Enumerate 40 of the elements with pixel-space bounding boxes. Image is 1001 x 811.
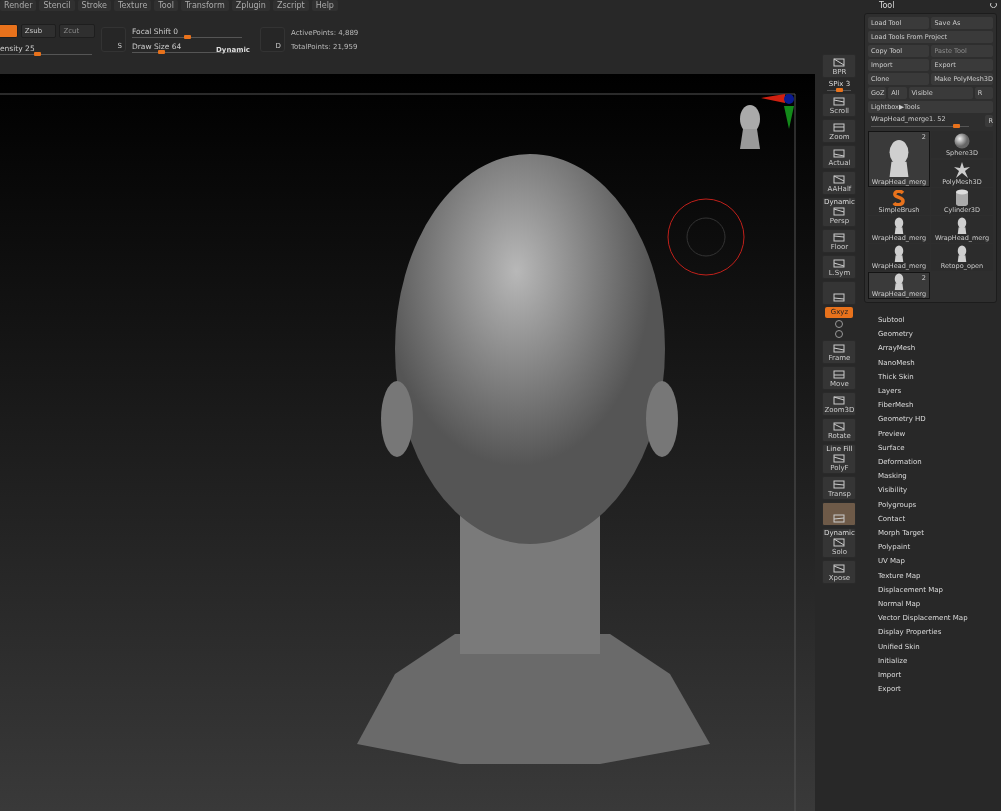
tool-icon bbox=[832, 57, 847, 68]
tool-icon bbox=[832, 563, 847, 574]
tool-icon bbox=[832, 537, 847, 548]
tool-icon bbox=[832, 453, 847, 464]
tool-icon bbox=[832, 258, 847, 269]
tool-icon bbox=[832, 395, 847, 406]
tool-icon bbox=[832, 479, 847, 490]
shelf-button[interactable] bbox=[822, 502, 857, 526]
tool-icon bbox=[832, 206, 847, 217]
slider-thumb[interactable] bbox=[157, 49, 165, 54]
tool-icon bbox=[832, 513, 847, 524]
tool-icon bbox=[832, 343, 847, 354]
shelf-button[interactable] bbox=[822, 281, 857, 305]
tool-icon bbox=[832, 369, 847, 380]
menu-item[interactable]: Help bbox=[311, 0, 338, 11]
slider-thumb[interactable] bbox=[34, 52, 41, 56]
tool-icon bbox=[832, 292, 847, 303]
menu-item[interactable]: Texture bbox=[114, 0, 152, 11]
tool-icon bbox=[832, 174, 847, 185]
brush-icon bbox=[891, 190, 906, 206]
star-icon bbox=[953, 161, 970, 178]
tool-icon bbox=[832, 96, 847, 107]
sphere-icon bbox=[953, 133, 970, 149]
tool-icon bbox=[832, 421, 847, 432]
tool-icon bbox=[832, 232, 847, 243]
tool-icon bbox=[832, 148, 847, 159]
menu-item[interactable]: Stencil bbox=[39, 0, 75, 11]
tool-icon bbox=[832, 122, 847, 133]
menu-item[interactable]: Tool bbox=[154, 0, 178, 11]
slider-thumb[interactable] bbox=[952, 124, 960, 128]
draw-mode-button[interactable] bbox=[0, 24, 18, 38]
menu-item[interactable]: Zplugin bbox=[231, 0, 270, 11]
menu-item[interactable]: Render bbox=[0, 0, 37, 11]
slider-thumb[interactable] bbox=[835, 88, 843, 92]
menu-item[interactable]: Zscript bbox=[272, 0, 309, 11]
menu-item[interactable]: Stroke bbox=[77, 0, 112, 11]
menu-item[interactable]: Transform bbox=[180, 0, 229, 11]
slider-thumb[interactable] bbox=[183, 34, 191, 39]
panel-title: Tool bbox=[878, 0, 895, 11]
cylinder-icon bbox=[953, 189, 970, 206]
